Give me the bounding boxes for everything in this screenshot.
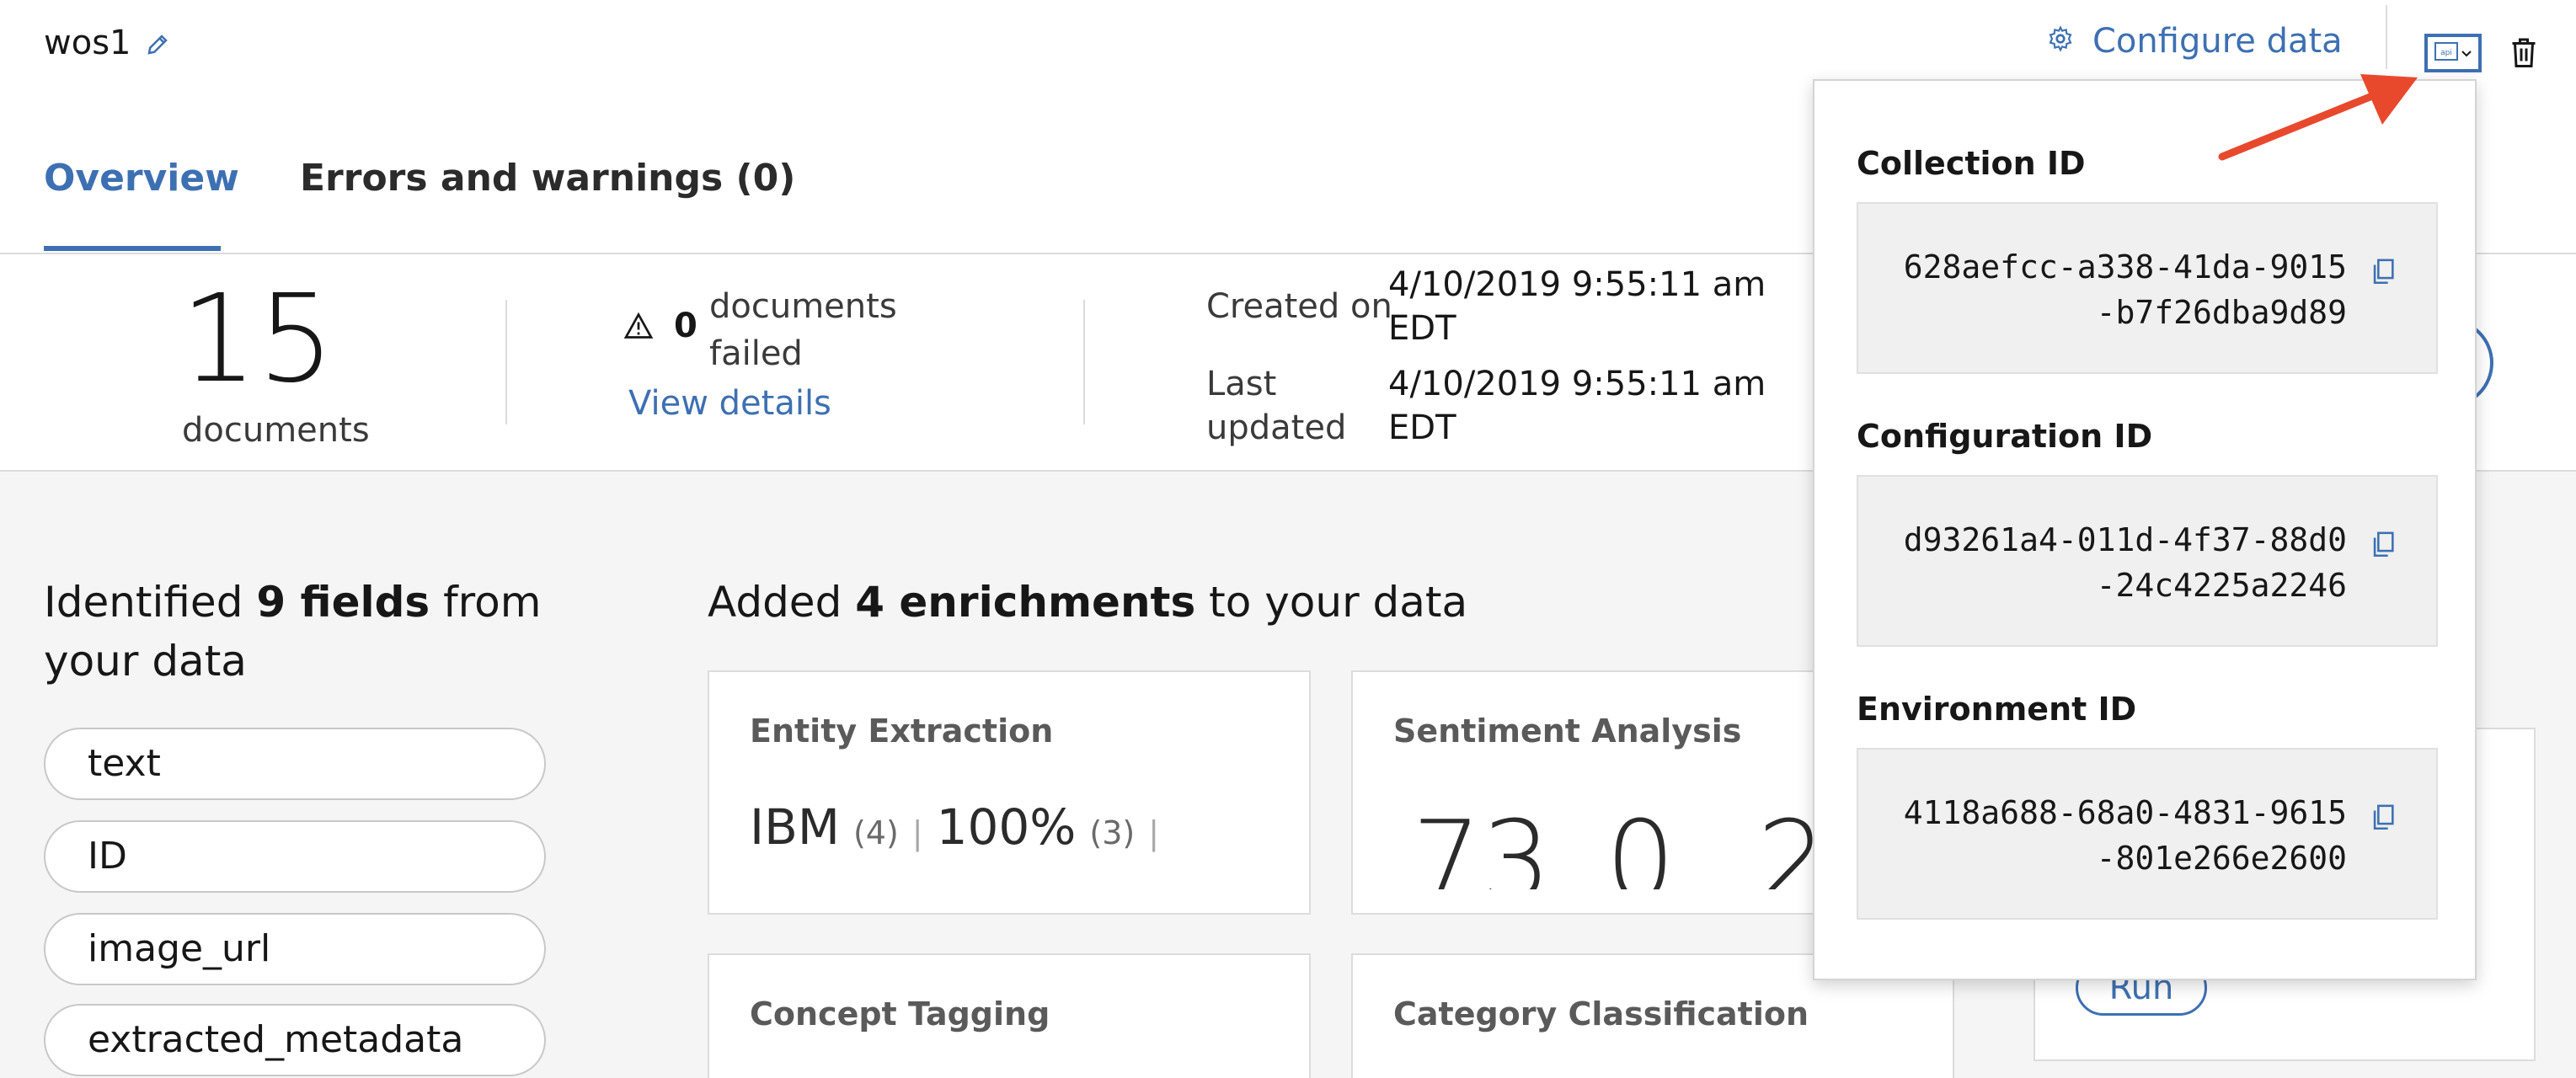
entity-extraction-card[interactable]: Entity Extraction IBM (4) | 100% (3) | (708, 670, 1311, 915)
api-icon: api (2434, 41, 2459, 65)
fields-heading-prefix: Identified (44, 578, 257, 627)
last-updated-label: Last updated (1206, 365, 1347, 447)
created-on-value: 4/10/2019 9:55:11 am EDT (1388, 265, 1766, 348)
field-pill-text[interactable]: text (44, 728, 546, 800)
enrichments-heading: Added 4 enrichments to your data (708, 573, 1467, 632)
field-pill-image-url[interactable]: image_url (44, 913, 546, 985)
warning-icon (623, 312, 654, 344)
failed-document-count: 0 (674, 307, 697, 345)
svg-text:api: api (2440, 49, 2452, 57)
entity-preview: IBM (4) | 100% (3) | (750, 798, 1159, 856)
environment-id-box: 4118a688-68a0-4831-9615-801e266e2600 (1857, 748, 2438, 920)
view-details-link[interactable]: View details (628, 384, 831, 423)
pencil-icon[interactable] (145, 32, 170, 61)
environment-id-label: Environment ID (1857, 691, 2137, 728)
field-pill-id[interactable]: ID (44, 820, 546, 893)
active-tab-indicator (44, 246, 221, 251)
copy-icon[interactable] (2370, 258, 2396, 290)
fields-heading-count: 9 fields (256, 578, 430, 627)
api-info-dropdown: Collection ID 628aefcc-a338-41da-9015-b7… (1813, 79, 2477, 980)
document-count: 15 (180, 268, 335, 409)
collection-title: wos1 (44, 24, 131, 62)
configuration-id-label: Configuration ID (1857, 418, 2153, 455)
enrichments-heading-count: 4 enrichments (855, 578, 1196, 627)
card-fade (709, 869, 1309, 913)
enrichments-heading-suffix: to your data (1195, 578, 1468, 627)
last-updated-value: 4/10/2019 9:55:11 am EDT (1388, 365, 1766, 447)
copy-icon[interactable] (2370, 531, 2396, 563)
concept-tagging-card[interactable]: Concept Tagging (708, 953, 1311, 1078)
chevron-down-icon (2461, 45, 2472, 61)
configuration-id-box: d93261a4-011d-4f37-88d0-24c4225a2246 (1857, 475, 2438, 647)
entity-value: 100% (936, 798, 1077, 856)
enrichments-heading-prefix: Added (708, 578, 856, 627)
stats-divider (1083, 300, 1085, 424)
entity-separator: | (1148, 814, 1160, 851)
configure-data-label: Configure data (2092, 22, 2343, 61)
document-count-label: documents (182, 411, 370, 450)
card-title: Category Classification (1393, 995, 1809, 1033)
tab-errors-and-warnings[interactable]: Errors and warnings (0) (300, 157, 795, 200)
card-title: Entity Extraction (750, 712, 1054, 750)
gear-icon (2047, 22, 2074, 61)
sentiment-positive-value: 73 (1412, 797, 1552, 889)
sentiment-neutral-value: 0 (1606, 797, 1675, 889)
collection-id-label: Collection ID (1857, 145, 2086, 182)
annotation-arrow-icon (2215, 59, 2426, 172)
environment-id-value[interactable]: 4118a688-68a0-4831-9615-801e266e2600 (1892, 790, 2347, 881)
copy-icon[interactable] (2370, 803, 2396, 835)
collection-id-value[interactable]: 628aefcc-a338-41da-9015-b7f26dba9d89 (1892, 244, 2347, 335)
collection-id-box: 628aefcc-a338-41da-9015-b7f26dba9d89 (1857, 202, 2438, 374)
created-on-label: Created on (1206, 287, 1392, 326)
configure-data-link[interactable]: Configure data (2047, 22, 2343, 61)
stats-divider (505, 300, 507, 424)
tab-overview[interactable]: Overview (44, 157, 239, 200)
fields-heading: Identified 9 fields from your data (44, 573, 566, 691)
configuration-id-value[interactable]: d93261a4-011d-4f37-88d0-24c4225a2246 (1892, 517, 2347, 608)
entity-value: IBM (750, 798, 840, 856)
entity-count: (4) (852, 814, 899, 851)
entity-count: (3) (1089, 814, 1136, 851)
card-title: Sentiment Analysis (1393, 712, 1742, 750)
api-dropdown-button[interactable]: api (2424, 34, 2482, 72)
trash-icon[interactable] (2509, 35, 2539, 72)
entity-separator: | (911, 814, 923, 851)
failed-documents-label: documents failed (709, 287, 897, 373)
card-title: Concept Tagging (750, 995, 1050, 1033)
field-pill-extracted-metadata[interactable]: extracted_metadata (44, 1004, 546, 1076)
